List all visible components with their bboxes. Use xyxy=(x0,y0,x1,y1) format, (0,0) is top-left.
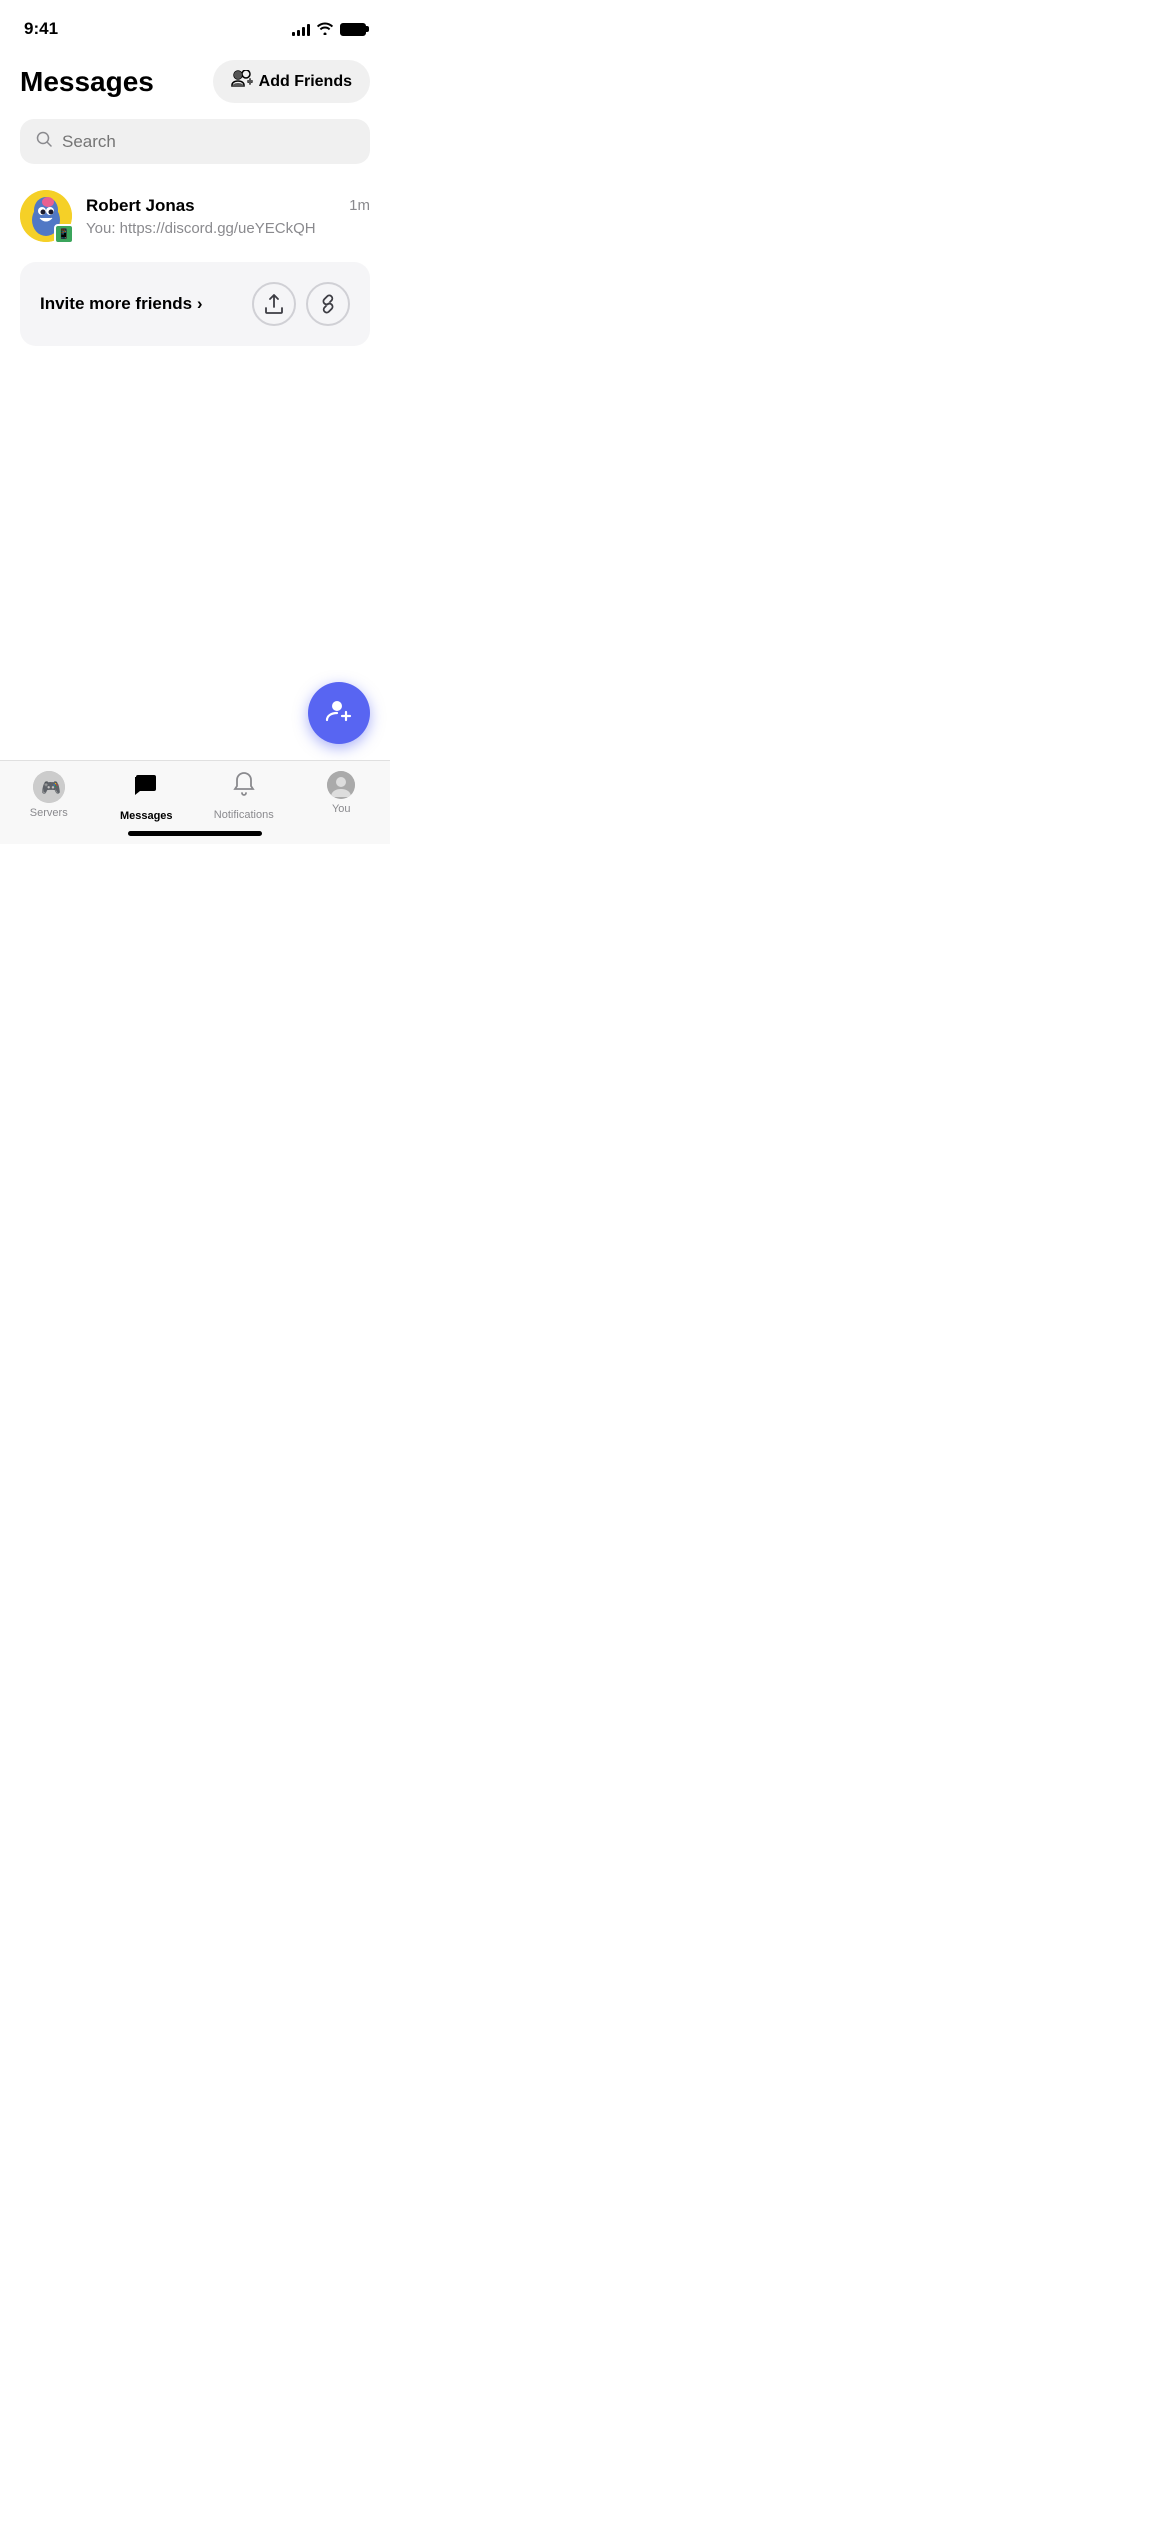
message-content: Robert Jonas 1m You: https://discord.gg/… xyxy=(86,196,370,237)
message-list: 📱 Robert Jonas 1m You: https://discord.g… xyxy=(0,180,390,252)
invite-card[interactable]: Invite more friends › xyxy=(20,262,370,346)
search-container xyxy=(0,119,390,180)
new-message-fab[interactable] xyxy=(308,682,370,744)
message-time: 1m xyxy=(349,197,370,214)
contact-name: Robert Jonas xyxy=(86,196,195,216)
tab-servers-label: Servers xyxy=(30,807,68,819)
message-header: Robert Jonas 1m xyxy=(86,196,370,216)
tab-notifications-label: Notifications xyxy=(214,809,274,821)
add-friends-icon xyxy=(231,70,253,93)
status-bar: 9:41 xyxy=(0,0,390,48)
status-time: 9:41 xyxy=(24,19,58,39)
svg-text:🎮: 🎮 xyxy=(41,780,61,797)
tab-you-label: You xyxy=(332,803,351,815)
avatar: 📱 xyxy=(20,190,72,242)
add-friends-label: Add Friends xyxy=(259,73,352,91)
search-bar xyxy=(20,119,370,164)
table-row[interactable]: 📱 Robert Jonas 1m You: https://discord.g… xyxy=(20,180,370,252)
you-avatar xyxy=(327,771,355,799)
home-indicator xyxy=(128,831,262,836)
signal-bars-icon xyxy=(292,22,310,36)
page-title: Messages xyxy=(20,66,154,98)
search-icon xyxy=(36,131,52,152)
tab-messages[interactable]: Messages xyxy=(98,769,196,822)
messages-icon xyxy=(132,771,160,806)
header: Messages Add Friends xyxy=(0,48,390,119)
message-preview: You: https://discord.gg/ueYECkQH xyxy=(86,220,370,237)
invite-text: Invite more friends › xyxy=(40,294,202,314)
new-message-icon xyxy=(325,696,353,731)
tab-messages-label: Messages xyxy=(120,810,173,822)
tab-notifications[interactable]: Notifications xyxy=(195,769,293,821)
invite-actions xyxy=(252,282,350,326)
share-button[interactable] xyxy=(252,282,296,326)
wifi-icon xyxy=(316,21,334,38)
copy-link-button[interactable] xyxy=(306,282,350,326)
tab-servers[interactable]: 🎮 Servers xyxy=(0,769,98,819)
status-icons xyxy=(292,21,366,38)
servers-icon: 🎮 xyxy=(33,771,65,803)
avatar-status-icon: 📱 xyxy=(54,224,74,244)
add-friends-button[interactable]: Add Friends xyxy=(213,60,370,103)
tab-you[interactable]: You xyxy=(293,769,391,815)
battery-icon xyxy=(340,23,366,36)
notifications-icon xyxy=(232,771,256,805)
search-input[interactable] xyxy=(62,132,354,152)
